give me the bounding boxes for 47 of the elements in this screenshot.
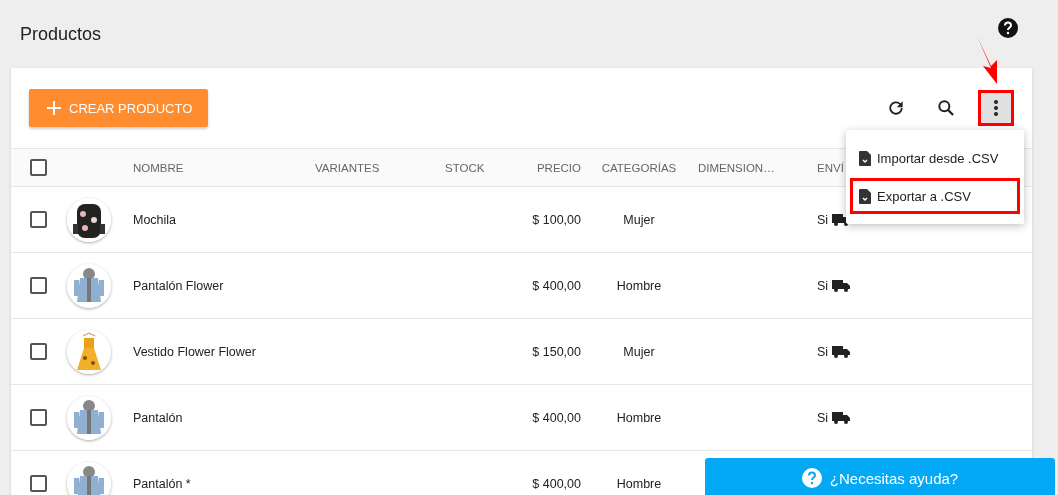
- more-button[interactable]: [978, 90, 1014, 126]
- column-header[interactable]: DIMENSION…: [698, 159, 817, 176]
- help-label: ¿Necesitas ayuda?: [829, 469, 959, 487]
- category-cell-text: Hombre: [615, 476, 663, 491]
- help-icon[interactable]: [998, 18, 1018, 38]
- category-cell-text: Hombre: [615, 278, 663, 293]
- product-name: Pantalón Flower: [133, 278, 225, 293]
- search-icon: [936, 98, 956, 118]
- kebab-icon: [993, 99, 999, 117]
- shipping-cell: Si: [817, 410, 829, 425]
- plus-icon: [47, 101, 61, 115]
- category-cell-text: Hombre: [615, 410, 663, 425]
- column-header[interactable]: VARIANTES: [315, 159, 445, 176]
- price-cell-text: $ 400,00: [531, 476, 581, 491]
- truck-icon: [832, 345, 851, 358]
- shipping-cell: Si: [817, 278, 829, 293]
- row-checkbox[interactable]: [30, 409, 47, 426]
- shipping-cell: Si: [817, 344, 829, 359]
- menu-item[interactable]: Importar desde .CSV: [850, 140, 1020, 176]
- category-cell-text: Mujer: [622, 212, 656, 227]
- help-icon: [801, 468, 822, 488]
- row-checkbox[interactable]: [30, 475, 47, 492]
- product-name: Pantalón: [133, 410, 184, 425]
- refresh-icon: [886, 98, 906, 118]
- product-name: Pantalón *: [133, 476, 192, 491]
- price-cell-text: $ 100,00: [531, 212, 581, 227]
- row-checkbox[interactable]: [30, 277, 47, 294]
- row-checkbox[interactable]: [30, 343, 47, 360]
- shipping-cell: Si: [817, 212, 829, 227]
- select-all-checkbox[interactable]: [30, 159, 47, 176]
- file-icon: [859, 188, 871, 204]
- file-icon: [859, 150, 871, 166]
- column-header[interactable]: STOCK: [445, 159, 515, 176]
- column-header[interactable]: CATEGORÍAS: [599, 159, 679, 176]
- column-header[interactable]: PRECIO: [515, 159, 581, 176]
- page-title: Productos: [20, 23, 102, 45]
- row-checkbox[interactable]: [30, 211, 47, 228]
- truck-icon: [832, 279, 851, 292]
- product-name: Vestido Flower Flower: [133, 344, 257, 359]
- price-cell-text: $ 150,00: [531, 344, 581, 359]
- price-cell-text: $ 400,00: [531, 410, 581, 425]
- category-cell-text: Mujer: [622, 344, 656, 359]
- product-name: Mochila: [133, 212, 178, 227]
- menu-item[interactable]: Exportar a .CSV: [850, 178, 1020, 214]
- truck-icon: [832, 411, 851, 424]
- column-header[interactable]: NOMBRE: [133, 159, 315, 176]
- price-cell-text: $ 400,00: [531, 278, 581, 293]
